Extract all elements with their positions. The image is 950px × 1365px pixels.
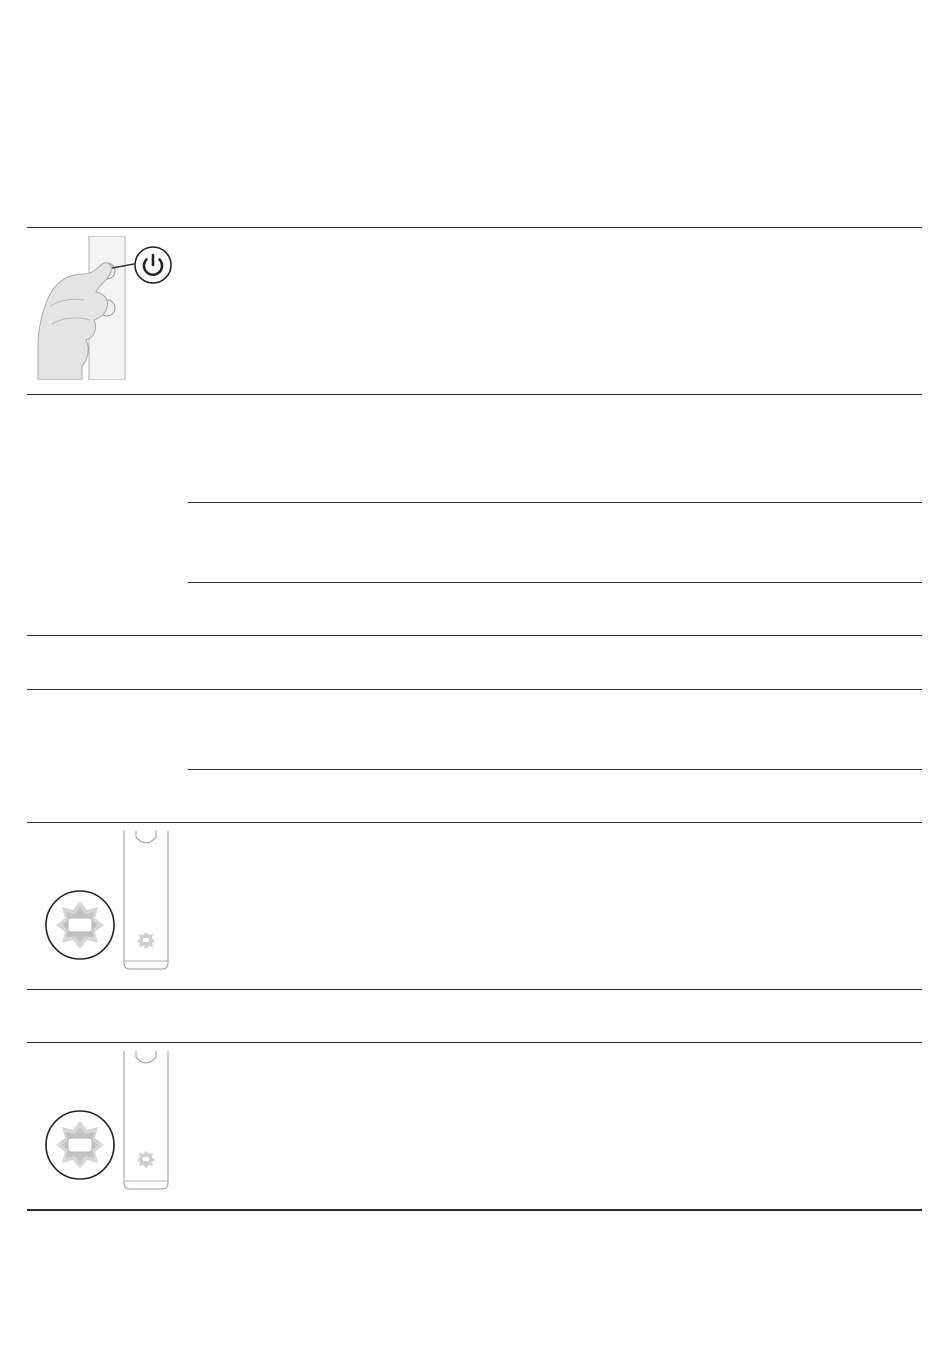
sub-row-divider	[188, 582, 922, 583]
table-bottom-rule	[27, 1209, 922, 1211]
row-divider	[27, 689, 922, 690]
battery-flashing-icon	[54, 1109, 106, 1181]
sub-row-divider	[188, 502, 922, 503]
row-divider	[27, 989, 922, 990]
row-divider	[27, 1042, 922, 1043]
battery-flashing-icon	[54, 889, 106, 961]
row-divider	[27, 635, 922, 636]
hand-pressing-power-button-illustration	[36, 236, 176, 380]
toothbrush-handle-battery-light-illustration	[44, 831, 174, 971]
power-icon	[134, 246, 172, 284]
table-top-rule	[27, 227, 922, 228]
toothbrush-handle-battery-light-illustration	[44, 1051, 174, 1191]
sub-row-divider	[188, 769, 922, 770]
row-divider	[27, 822, 922, 823]
row-divider	[27, 394, 922, 395]
